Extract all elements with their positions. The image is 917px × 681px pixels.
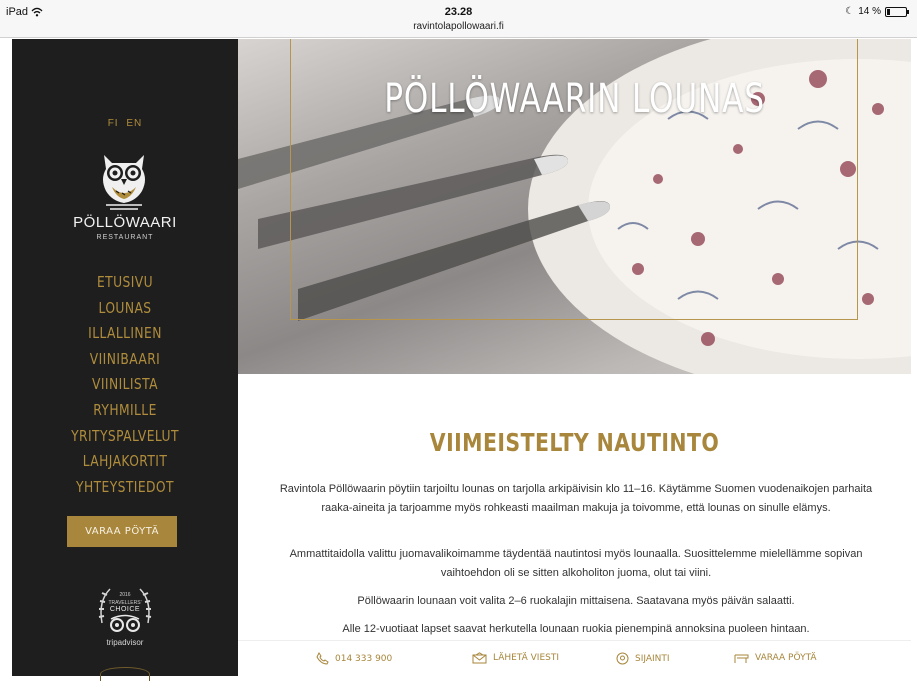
language-switcher: FI EN — [12, 118, 238, 129]
owl-logo-icon[interactable] — [96, 149, 152, 211]
phone-number: 014 333 900 — [335, 653, 393, 664]
paragraph-drinks: Ammattitaidolla valittu juomavalikoimamm… — [289, 548, 863, 579]
nav-item-viinilista[interactable]: VIINILISTA — [32, 372, 217, 398]
sidebar: FI EN PÖLLÖWAARI RESTAURANT ETUSIVU LOUN… — [12, 39, 238, 681]
status-bar: iPad 23.28 ravintolapollowaari.fi ☾ 14 % — [0, 0, 917, 38]
table-icon — [734, 654, 749, 663]
clock: 23.28 — [444, 6, 473, 18]
location-pin-icon — [616, 652, 629, 665]
send-message-link[interactable]: LÄHETÄ VIESTI — [472, 652, 559, 664]
footer-reserve-label: VARAA PÖYTÄ — [755, 653, 817, 663]
address-bar-url[interactable]: ravintolapollowaari.fi — [0, 21, 917, 32]
nav-item-yrityspalvelut[interactable]: YRITYSPALVELUT — [32, 424, 217, 450]
main-nav: ETUSIVU LOUNAS ILLALLINEN VIINIBAARI VII… — [12, 270, 238, 500]
nav-item-ryhmille[interactable]: RYHMILLE — [32, 398, 217, 424]
nav-item-lahjakortit[interactable]: LAHJAKORTIT — [32, 449, 217, 475]
battery-percent: 14 % — [858, 6, 881, 17]
hero-title: PÖLLÖWAARIN LOUNAS — [384, 76, 765, 122]
send-message-label: LÄHETÄ VIESTI — [493, 653, 560, 663]
moon-icon: ☾ — [845, 6, 855, 17]
nav-item-illallinen[interactable]: ILLALLINEN — [32, 321, 217, 347]
section-heading: VIIMEISTELTY NAUTINTO — [429, 428, 720, 457]
paragraph-lunch-hours: Ravintola Pöllöwaarin pöytiin tarjoiltu … — [279, 483, 873, 514]
lang-en[interactable]: EN — [126, 118, 142, 129]
tripadvisor-badge[interactable]: 2016 TRAVELLERS' CHOICE tripadvisor — [80, 579, 170, 654]
paragraph-courses: Pöllöwaarin lounaan voit valita 2–6 ruok… — [357, 595, 795, 607]
footer-reserve-link[interactable]: VARAA PÖYTÄ — [734, 652, 817, 664]
paragraph-children: Alle 12-vuotiaat lapset saavat herkutell… — [342, 623, 810, 635]
nav-item-etusivu[interactable]: ETUSIVU — [32, 270, 217, 296]
location-label: SIJAINTI — [635, 653, 670, 664]
nav-item-yhteystiedot[interactable]: YHTEYSTIEDOT — [32, 475, 217, 501]
battery-icon — [885, 6, 909, 17]
envelope-icon — [472, 652, 487, 664]
brand-subtitle: RESTAURANT — [96, 234, 154, 241]
phone-icon — [316, 652, 329, 665]
phone-link[interactable]: 014 333 900 — [316, 652, 392, 665]
status-right: ☾ 14 % — [845, 6, 909, 17]
reserve-table-button[interactable]: VARAA PÖYTÄ — [67, 516, 177, 547]
tripadvisor-wordmark: tripadvisor — [106, 638, 144, 647]
tripadvisor-line2: CHOICE — [109, 606, 141, 613]
main-content: VIIMEISTELTY NAUTINTO Ravintola Pöllöwaa… — [238, 374, 911, 640]
nav-item-lounas[interactable]: LOUNAS — [32, 296, 217, 322]
tripadvisor-year: 2016 — [119, 592, 131, 598]
hero-image: PÖLLÖWAARIN LOUNAS — [238, 39, 911, 374]
contact-bar: 014 333 900 LÄHETÄ VIESTI SIJAINTI VARAA… — [238, 640, 911, 676]
nav-item-viinibaari[interactable]: VIINIBAARI — [32, 347, 217, 373]
location-link[interactable]: SIJAINTI — [616, 652, 670, 665]
brand-name: PÖLLÖWAARI — [73, 214, 177, 231]
lang-fi[interactable]: FI — [108, 118, 119, 129]
emblem-icon — [100, 667, 150, 681]
